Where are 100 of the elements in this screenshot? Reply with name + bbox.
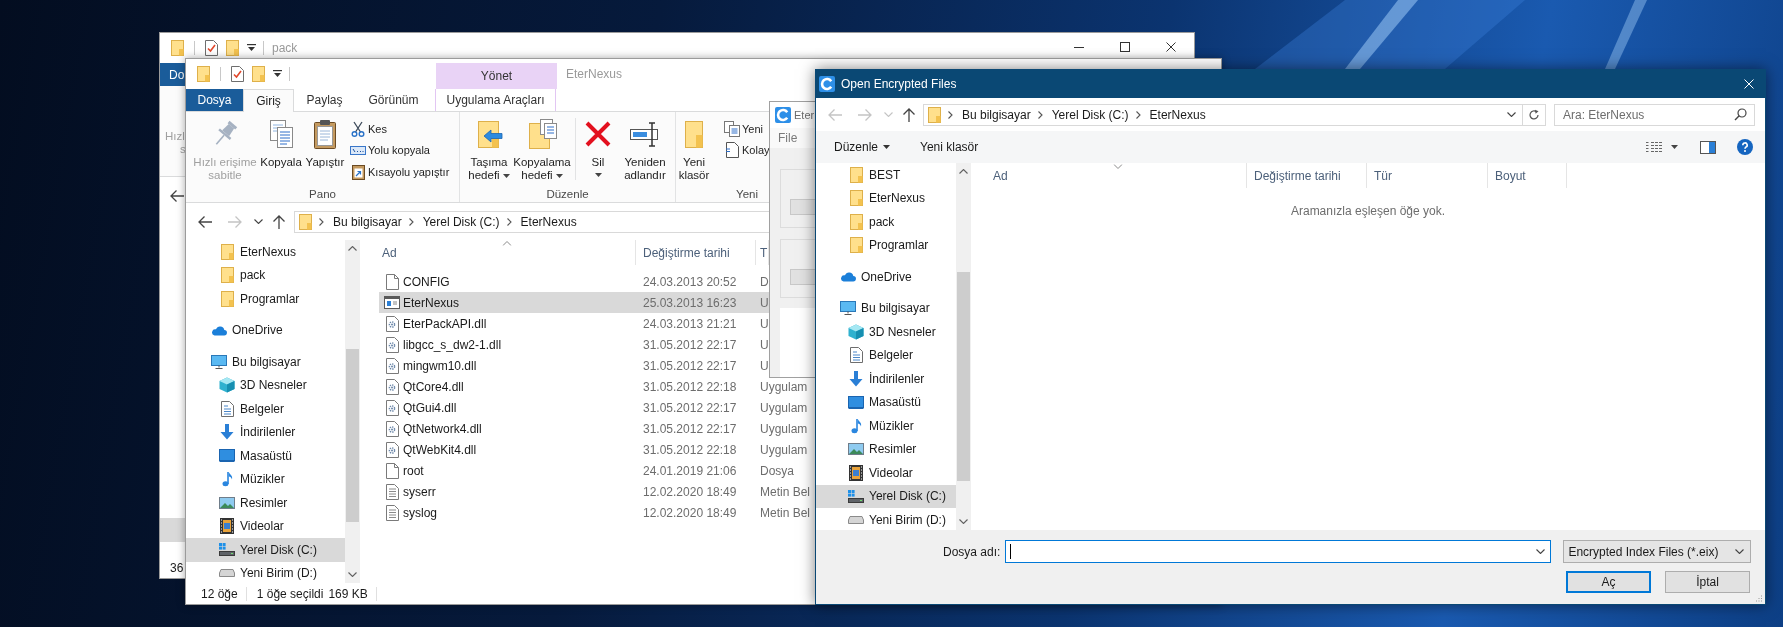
- nav-item[interactable]: Müzikler: [186, 467, 345, 491]
- recent-locations-button[interactable]: [254, 219, 263, 224]
- ribbon-tab[interactable]: Giriş: [243, 89, 294, 112]
- column-header[interactable]: Tür: [1367, 163, 1488, 188]
- document-check-icon[interactable]: [231, 66, 244, 82]
- nav-item[interactable]: Bu bilgisayar: [816, 296, 956, 320]
- breadcrumb[interactable]: Bu bilgisayar: [962, 105, 1031, 124]
- nav-item[interactable]: Yerel Disk (C:): [816, 484, 956, 508]
- file-row[interactable]: QtNetwork4.dll 31.05.2012 22:17 Uygulam: [379, 418, 819, 439]
- toolbar-button[interactable]: Yeni klasör: [913, 135, 986, 159]
- nav-item[interactable]: Programlar: [816, 233, 956, 257]
- film-icon: [849, 464, 863, 481]
- search-field[interactable]: Ara: EterNexus: [1554, 103, 1755, 126]
- scrollbar-thumb[interactable]: [346, 349, 359, 522]
- address-bar[interactable]: Bu bilgisayar Yerel Disk (C:) EterNexus: [923, 103, 1546, 126]
- column-header[interactable]: Değiştirme tarihi: [1247, 163, 1367, 188]
- column-header[interactable]: Ad: [379, 240, 636, 265]
- nav-item[interactable]: 3D Nesneler: [816, 320, 956, 344]
- column-header[interactable]: Ad: [990, 163, 1247, 188]
- chevron-right-icon: [319, 217, 324, 226]
- chevron-down-icon: [348, 572, 357, 577]
- breadcrumb[interactable]: EterNexus: [1149, 105, 1206, 124]
- paste-shortcut-button[interactable]: Kısayolu yapıştır: [350, 161, 450, 183]
- breadcrumb[interactable]: Yerel Disk (C:): [1051, 105, 1129, 124]
- nav-item[interactable]: Müzikler: [816, 414, 956, 438]
- nav-item[interactable]: BEST: [816, 163, 956, 187]
- back-button[interactable]: [197, 214, 213, 229]
- scrollbar-thumb[interactable]: [957, 272, 970, 481]
- file-name: QtGui4.dll: [403, 399, 457, 417]
- file-icon: [385, 273, 399, 290]
- cut-button[interactable]: Kes: [350, 118, 450, 140]
- breadcrumb[interactable]: EterNexus: [520, 212, 577, 231]
- nav-item[interactable]: İndirilenler: [816, 367, 956, 391]
- scrollbar[interactable]: [345, 240, 360, 583]
- file-row[interactable]: root 24.01.2019 21:06 Dosya: [379, 460, 819, 481]
- file-row[interactable]: QtWebKit4.dll 31.05.2012 22:18 Uygulam: [379, 439, 819, 460]
- nav-item[interactable]: Resimler: [186, 491, 345, 515]
- folder-icon[interactable]: [226, 40, 239, 56]
- nav-item[interactable]: Belgeler: [186, 397, 345, 421]
- column-header[interactable]: Boyut: [1488, 163, 1567, 188]
- paste-button[interactable]: Yapıştır: [304, 112, 346, 186]
- nav-item[interactable]: Programlar: [186, 287, 345, 311]
- preview-pane-button[interactable]: [1700, 140, 1716, 154]
- menu-item[interactable]: File: [778, 129, 798, 147]
- toolbar-button[interactable]: Düzenle: [827, 135, 898, 159]
- easy-access-button[interactable]: Kolay: [724, 139, 770, 161]
- delete-button[interactable]: Sil: [576, 112, 620, 186]
- monitor-icon: [211, 354, 227, 369]
- ribbon-tab[interactable]: Paylaş: [294, 89, 355, 111]
- new-item-button[interactable]: Yeni: [724, 118, 770, 140]
- up-button[interactable]: [272, 213, 286, 230]
- nav-item[interactable]: OneDrive: [186, 318, 345, 342]
- nav-item[interactable]: Bu bilgisayar: [186, 350, 345, 374]
- nav-item[interactable]: EterNexus: [186, 240, 345, 264]
- nav-item[interactable]: Videolar: [186, 514, 345, 538]
- file-row[interactable]: QtGui4.dll 31.05.2012 22:17 Uygulam: [379, 397, 819, 418]
- open-button[interactable]: Aç: [1566, 571, 1651, 593]
- scrollbar[interactable]: [956, 163, 971, 530]
- nav-item[interactable]: Masaüstü: [186, 444, 345, 468]
- file-type-dropdown[interactable]: Encrypted Index Files (*.eix): [1563, 540, 1752, 563]
- nav-item[interactable]: OneDrive: [816, 265, 956, 289]
- view-button[interactable]: [1646, 141, 1678, 153]
- copy-to-button[interactable]: Kopyalama hedefi: [512, 112, 572, 186]
- gear-file-icon: [385, 315, 399, 332]
- caret-icon[interactable]: [247, 44, 256, 52]
- file-type: U: [760, 357, 769, 375]
- up-button[interactable]: [902, 106, 916, 123]
- file-row[interactable]: syslog 12.02.2020 18:49 Metin Bel: [379, 502, 819, 523]
- copy-path-button[interactable]: Yolu kopyala: [350, 139, 450, 161]
- nav-item[interactable]: Resimler: [816, 437, 956, 461]
- nav-item[interactable]: Videolar: [816, 461, 956, 485]
- ribbon-tab[interactable]: Uygulama Araçları: [435, 89, 556, 111]
- move-to-button[interactable]: Taşıma hedefi: [466, 112, 512, 186]
- nav-item[interactable]: İndirilenler: [186, 420, 345, 444]
- ribbon-tab[interactable]: Görünüm: [355, 89, 432, 111]
- nav-item[interactable]: Yeni Birim (D:): [186, 561, 345, 583]
- nav-item[interactable]: Masaüstü: [816, 390, 956, 414]
- breadcrumb[interactable]: Bu bilgisayar: [333, 212, 402, 231]
- window-title: EterNexus: [566, 66, 623, 83]
- file-tab[interactable]: Do: [160, 63, 186, 86]
- file-row[interactable]: QtCore4.dll 31.05.2012 22:18 Uygulam: [379, 376, 819, 397]
- ribbon-tab[interactable]: Dosya: [186, 89, 243, 111]
- cancel-button[interactable]: İptal: [1665, 571, 1750, 593]
- file-row[interactable]: syserr 12.02.2020 18:49 Metin Bel: [379, 481, 819, 502]
- copy-button[interactable]: Kopyala: [258, 112, 304, 186]
- nav-item[interactable]: Yerel Disk (C:): [186, 538, 345, 562]
- nav-item[interactable]: Belgeler: [816, 343, 956, 367]
- caret-icon[interactable]: [273, 70, 282, 78]
- column-header[interactable]: Değiştirme tarihi: [636, 240, 756, 265]
- rename-button[interactable]: Yeniden adlandır: [620, 112, 670, 186]
- filename-field[interactable]: [1005, 540, 1552, 563]
- nav-item[interactable]: pack: [186, 263, 345, 287]
- nav-item[interactable]: Yeni Birim (D:): [816, 508, 956, 530]
- cloud-icon: [211, 324, 227, 336]
- new-folder-button[interactable]: Yeni klasör: [677, 112, 711, 186]
- nav-item[interactable]: EterNexus: [816, 186, 956, 210]
- document-check-icon[interactable]: [205, 40, 218, 56]
- help-button[interactable]: [1737, 139, 1753, 155]
- breadcrumb[interactable]: Yerel Disk (C:): [422, 212, 500, 231]
- nav-item[interactable]: 3D Nesneler: [186, 373, 345, 397]
